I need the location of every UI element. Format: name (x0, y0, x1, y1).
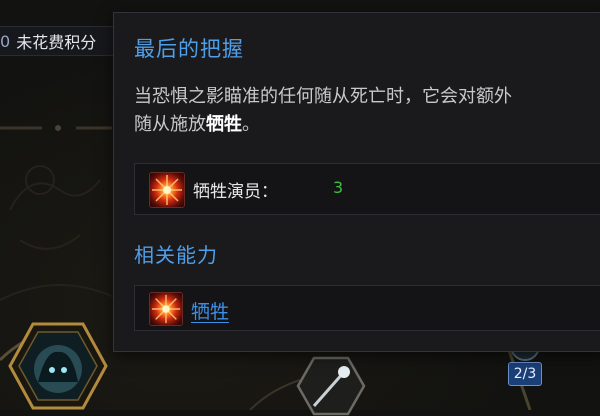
description-line-2: 随从施放牺牲。 (134, 111, 600, 139)
related-abilities-title: 相关能力 (134, 243, 218, 267)
skill-node-shadow-icon[interactable] (8, 322, 108, 412)
stat-label: 牺牲演员： (193, 182, 278, 202)
description-suffix: 。 (242, 114, 260, 135)
skill-rank-badge: 2/3 (508, 362, 542, 386)
skill-node-spear-icon[interactable] (296, 356, 366, 416)
stat-value: 3 (333, 178, 344, 197)
talent-tooltip: 最后的把握 当恐惧之影瞄准的任何随从死亡时，它会对额外 随从施放牺牲。 牺牲演员… (113, 12, 600, 352)
sacrifice-burst-icon (149, 172, 185, 208)
sacrifice-burst-icon (149, 292, 183, 326)
tooltip-description: 当恐惧之影瞄准的任何随从死亡时，它会对额外 随从施放牺牲。 (134, 83, 600, 139)
description-keyword: 牺牲 (206, 114, 242, 135)
description-prefix: 随从施放 (134, 114, 206, 135)
stat-row: 牺牲演员： 3 (134, 163, 600, 215)
unspent-points-label: 未花费积分 (16, 33, 97, 52)
related-ability-row[interactable]: 牺牲 (134, 285, 600, 331)
unspent-points-count: 0 (0, 31, 11, 51)
tooltip-title: 最后的把握 (134, 37, 244, 61)
related-ability-link[interactable]: 牺牲 (191, 297, 229, 324)
description-line-1: 当恐惧之影瞄准的任何随从死亡时，它会对额外 (134, 86, 512, 107)
